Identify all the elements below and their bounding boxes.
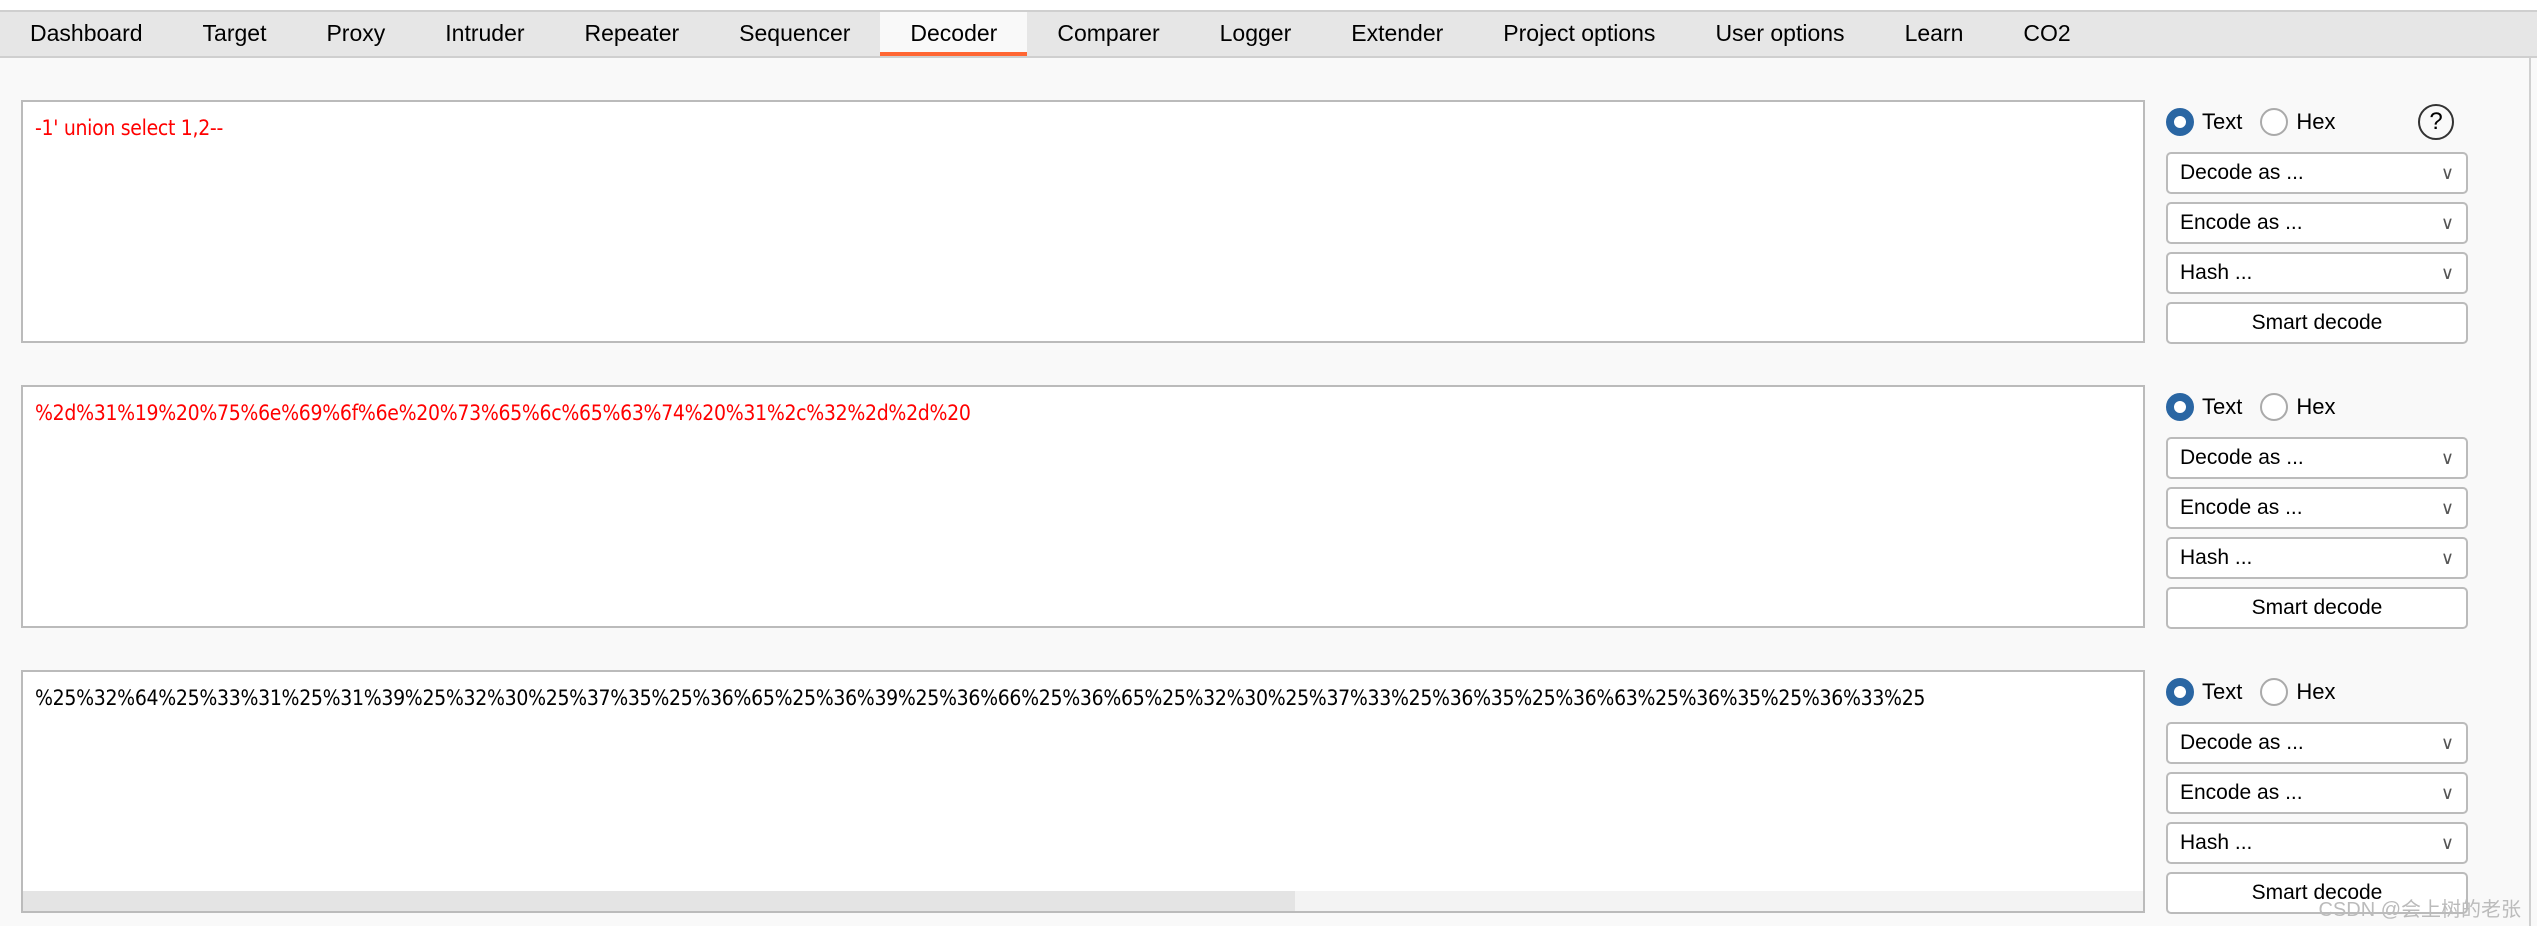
decoder-content[interactable]: %2d%31%19%20%75%6e%69%6f%6e%20%73%65%6c%…: [23, 387, 2143, 439]
encode-label: Encode as ...: [2180, 496, 2303, 519]
text-radio[interactable]: Text: [2166, 108, 2242, 136]
help-icon[interactable]: ?: [2418, 104, 2454, 140]
decode-as-dropdown[interactable]: Decode as ... ∨: [2166, 437, 2468, 479]
main-tab-bar: Dashboard Target Proxy Intruder Repeater Sequ…: [0, 10, 2537, 58]
hex-radio[interactable]: Hex: [2260, 678, 2335, 706]
encode-as-dropdown[interactable]: Encode as ... ∨: [2166, 772, 2468, 814]
encode-as-dropdown[interactable]: Encode as ... ∨: [2166, 202, 2468, 244]
chevron-down-icon: ∨: [2440, 213, 2454, 233]
tab-extender[interactable]: Extender: [1321, 12, 1473, 56]
tab-proxy[interactable]: Proxy: [296, 12, 415, 56]
chevron-down-icon: ∨: [2440, 833, 2454, 853]
chevron-down-icon: ∨: [2440, 498, 2454, 518]
tab-intruder[interactable]: Intruder: [415, 12, 554, 56]
chevron-down-icon: ∨: [2440, 163, 2454, 183]
text-radio-label: Text: [2202, 109, 2243, 134]
hex-radio-label: Hex: [2296, 679, 2336, 704]
window-top: [0, 0, 2537, 10]
tab-logger[interactable]: Logger: [1190, 12, 1322, 56]
decoder-content[interactable]: %25%32%64%25%33%31%25%31%39%25%32%30%25%…: [23, 672, 2143, 724]
hash-dropdown[interactable]: Hash ... ∨: [2166, 252, 2468, 294]
horizontal-scrollbar[interactable]: [23, 891, 2143, 911]
chevron-down-icon: ∨: [2440, 733, 2454, 753]
decoder-text-area[interactable]: %25%32%64%25%33%31%25%31%39%25%32%30%25%…: [21, 670, 2145, 913]
decoder-panel: %25%32%64%25%33%31%25%31%39%25%32%30%25%…: [0, 670, 2537, 920]
tab-comparer[interactable]: Comparer: [1027, 12, 1189, 56]
tab-co2[interactable]: CO2: [1993, 12, 2100, 56]
decode-label: Decode as ...: [2180, 446, 2304, 469]
tab-project-options[interactable]: Project options: [1473, 12, 1685, 56]
tab-user-options[interactable]: User options: [1685, 12, 1874, 56]
radio-selected-icon: [2166, 678, 2194, 706]
hex-radio[interactable]: Hex: [2260, 393, 2335, 421]
hex-radio-label: Hex: [2296, 394, 2336, 419]
text-radio[interactable]: Text: [2166, 393, 2242, 421]
decode-label: Decode as ...: [2180, 161, 2304, 184]
hash-dropdown[interactable]: Hash ... ∨: [2166, 822, 2468, 864]
decoder-controls: Text Hex ? Decode as ... ∨ Encode as ... ∨…: [2166, 100, 2468, 344]
tab-sequencer[interactable]: Sequencer: [709, 12, 880, 56]
smart-decode-button[interactable]: Smart decode: [2166, 302, 2468, 344]
text-radio-label: Text: [2202, 394, 2243, 419]
scrollbar-thumb[interactable]: [23, 891, 1295, 911]
hash-label: Hash ...: [2180, 261, 2253, 284]
hash-dropdown[interactable]: Hash ... ∨: [2166, 537, 2468, 579]
hash-label: Hash ...: [2180, 831, 2253, 854]
encode-label: Encode as ...: [2180, 211, 2303, 234]
smart-decode-button[interactable]: Smart decode: [2166, 587, 2468, 629]
decoder-text-area[interactable]: -1' union select 1,2--: [21, 100, 2145, 343]
decoder-panel: -1' union select 1,2-- Text Hex ? Decode…: [0, 100, 2537, 350]
chevron-down-icon: ∨: [2440, 783, 2454, 803]
watermark: CSDN @会上树的老张: [2318, 899, 2521, 921]
radio-selected-icon: [2166, 393, 2194, 421]
decoder-controls: Text Hex Decode as ... ∨ Encode as ... ∨ H…: [2166, 670, 2468, 914]
tab-dashboard[interactable]: Dashboard: [0, 12, 173, 56]
tab-learn[interactable]: Learn: [1875, 12, 1994, 56]
hash-label: Hash ...: [2180, 546, 2253, 569]
chevron-down-icon: ∨: [2440, 448, 2454, 468]
tab-decoder[interactable]: Decoder: [880, 12, 1028, 56]
radio-unselected-icon: [2260, 678, 2289, 706]
tab-target[interactable]: Target: [173, 12, 297, 56]
decode-label: Decode as ...: [2180, 731, 2304, 754]
radio-unselected-icon: [2260, 393, 2289, 421]
text-radio-label: Text: [2202, 679, 2243, 704]
tab-repeater[interactable]: Repeater: [555, 12, 710, 56]
encode-label: Encode as ...: [2180, 781, 2303, 804]
text-radio[interactable]: Text: [2166, 678, 2242, 706]
decoder-panel: %2d%31%19%20%75%6e%69%6f%6e%20%73%65%6c%…: [0, 385, 2537, 635]
decode-as-dropdown[interactable]: Decode as ... ∨: [2166, 152, 2468, 194]
hex-radio-label: Hex: [2296, 109, 2336, 134]
decoder-text-area[interactable]: %2d%31%19%20%75%6e%69%6f%6e%20%73%65%6c%…: [21, 385, 2145, 628]
decoder-controls: Text Hex Decode as ... ∨ Encode as ... ∨ H…: [2166, 385, 2468, 629]
radio-selected-icon: [2166, 108, 2194, 136]
encode-as-dropdown[interactable]: Encode as ... ∨: [2166, 487, 2468, 529]
decoder-content[interactable]: -1' union select 1,2--: [23, 102, 2143, 154]
hex-radio[interactable]: Hex: [2260, 108, 2335, 136]
chevron-down-icon: ∨: [2440, 263, 2454, 283]
decode-as-dropdown[interactable]: Decode as ... ∨: [2166, 722, 2468, 764]
radio-unselected-icon: [2260, 108, 2289, 136]
chevron-down-icon: ∨: [2440, 548, 2454, 568]
